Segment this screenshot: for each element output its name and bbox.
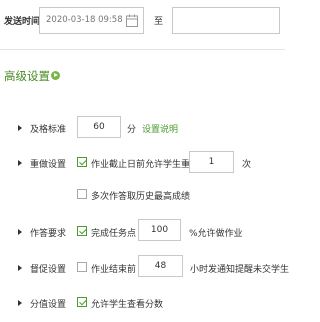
redo-settings-label: 重做设置 xyxy=(18,157,66,170)
answer-requirement-label: 作答要求 xyxy=(18,226,66,239)
task-percent-suffix: %允许做作业 xyxy=(189,229,243,239)
bullet-triangle-icon xyxy=(18,125,22,131)
pass-unit: 分 xyxy=(127,125,137,135)
remind-hours-input[interactable]: 48 xyxy=(138,255,183,277)
before-deadline-text: 作业结束前 xyxy=(91,265,137,275)
calendar-icon[interactable] xyxy=(126,14,138,27)
urge-settings-label: 督促设置 xyxy=(18,262,66,275)
bullet-triangle-icon xyxy=(18,229,22,235)
score-settings-label: 分值设置 xyxy=(18,297,66,310)
highest-score-checkbox[interactable] xyxy=(77,189,87,199)
bullet-triangle-icon xyxy=(18,265,22,271)
send-time-filter: 发送时间 2020-03-18 09:58 至 xyxy=(0,0,285,42)
start-date-input[interactable]: 2020-03-18 09:58 xyxy=(39,7,144,34)
bullet-triangle-icon xyxy=(18,300,22,306)
expand-arrow-icon[interactable] xyxy=(51,71,60,80)
redo-allow-text: 作业截止日前允许学生重做 xyxy=(91,160,200,170)
highest-score-text: 多次作答取历史最高成绩 xyxy=(91,192,191,202)
section-divider xyxy=(0,49,285,50)
settings-help-link[interactable]: 设置说明 xyxy=(142,122,178,135)
pass-standard-label: 及格标准 xyxy=(18,122,66,135)
complete-tasks-checkbox[interactable] xyxy=(77,226,87,236)
end-date-input[interactable] xyxy=(172,7,280,34)
redo-allow-checkbox[interactable] xyxy=(77,157,87,167)
start-date-value: 2020-03-18 09:58 xyxy=(46,15,123,25)
remind-hours-suffix: 小时发通知提醒未交学生 xyxy=(190,265,290,275)
redo-count-input[interactable]: 1 xyxy=(189,151,234,173)
redo-count-unit: 次 xyxy=(242,160,252,170)
bullet-triangle-icon xyxy=(18,160,22,166)
view-score-checkbox[interactable] xyxy=(77,297,87,307)
complete-tasks-text: 完成任务点 xyxy=(91,229,137,239)
pass-score-input[interactable]: 60 xyxy=(77,116,121,138)
view-score-text: 允许学生查看分数 xyxy=(91,300,164,310)
send-time-label: 发送时间 xyxy=(4,17,41,27)
before-deadline-checkbox[interactable] xyxy=(77,262,87,272)
to-label: 至 xyxy=(154,17,164,27)
advanced-settings-title: 高级设置 xyxy=(4,69,50,83)
task-percent-input[interactable]: 100 xyxy=(138,219,181,241)
